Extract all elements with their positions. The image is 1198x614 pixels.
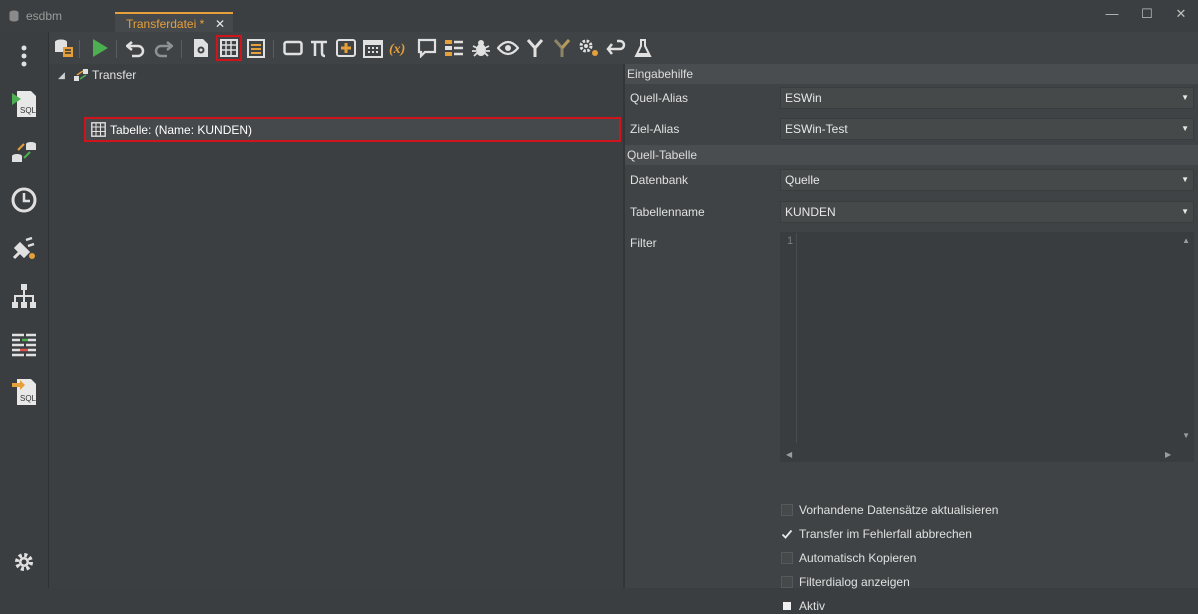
checkbox-label: Transfer im Fehlerfall abbrechen: [799, 527, 972, 541]
quell-alias-select[interactable]: ESWin ▼: [780, 87, 1194, 109]
ziel-alias-value: ESWin-Test: [785, 122, 848, 136]
minimize-button[interactable]: —: [1102, 6, 1122, 21]
maximize-button[interactable]: ☐: [1137, 6, 1157, 22]
compare-icon[interactable]: [8, 328, 40, 360]
chevron-down-icon: ▼: [1181, 207, 1189, 216]
quell-alias-label: Quell-Alias: [630, 91, 689, 105]
app-title: esdbm: [8, 9, 62, 23]
svg-text:SQL: SQL: [20, 106, 37, 115]
scroll-right-icon[interactable]: ▶: [1165, 450, 1171, 459]
tree-node-label: Tabelle: (Name: KUNDEN): [110, 122, 253, 137]
redo-icon[interactable]: [152, 37, 174, 59]
tree-node-transfer[interactable]: Transfer: [73, 68, 136, 82]
tab-label: Transferdatei *: [126, 17, 205, 31]
calendar-icon[interactable]: [362, 37, 384, 59]
checkbox-abbrechen[interactable]: [779, 526, 795, 542]
checkbox-aktualisieren[interactable]: [779, 502, 795, 518]
checkbox-label: Filterdialog anzeigen: [799, 575, 910, 589]
datenbank-select[interactable]: Quelle ▼: [780, 169, 1194, 191]
line-gutter: 1: [781, 233, 797, 443]
merge-icon[interactable]: [524, 37, 546, 59]
tab-close-icon[interactable]: ✕: [215, 17, 225, 31]
close-window-button[interactable]: ✕: [1171, 6, 1191, 22]
line-number: 1: [787, 235, 794, 247]
editor-panel: (x) ◢ Transfer Tabelle: (Name: KUNDEN) E…: [48, 32, 1198, 613]
sql-run-icon[interactable]: SQL: [8, 88, 40, 120]
toolbar: (x): [49, 32, 1198, 64]
variable-icon[interactable]: (x): [389, 37, 411, 59]
ziel-alias-select[interactable]: ESWin-Test ▼: [780, 118, 1194, 140]
chevron-down-icon: ▼: [1181, 175, 1189, 184]
rectangle-icon[interactable]: [282, 37, 304, 59]
partial-check-icon: [783, 602, 791, 610]
checkbox-label: Automatisch Kopieren: [799, 551, 917, 565]
more-menu-icon[interactable]: [8, 40, 40, 72]
database-list-icon[interactable]: [53, 37, 75, 59]
eye-icon[interactable]: [497, 37, 519, 59]
pi-icon[interactable]: [308, 37, 330, 59]
hierarchy-icon[interactable]: [8, 280, 40, 312]
gear-cluster-icon[interactable]: [578, 37, 600, 59]
filter-editor[interactable]: 1 ▲ ▼ ◀ ▶: [780, 232, 1194, 462]
scroll-down-icon[interactable]: ▼: [1182, 431, 1190, 440]
tree-node-tabelle[interactable]: Tabelle: (Name: KUNDEN): [84, 117, 621, 142]
table-icon[interactable]: [216, 35, 242, 61]
scroll-up-icon[interactable]: ▲: [1182, 236, 1190, 245]
list-settings-icon[interactable]: [443, 37, 465, 59]
svg-text:SQL: SQL: [20, 394, 37, 403]
section-quell-tabelle: Quell-Tabelle: [625, 145, 1198, 165]
database-icon: [9, 10, 19, 22]
sql-export-icon[interactable]: SQL: [8, 376, 40, 408]
tabellenname-value: KUNDEN: [785, 205, 836, 219]
svg-text:(x): (x): [389, 42, 405, 57]
scroll-left-icon[interactable]: ◀: [786, 450, 792, 459]
transfer-node-icon: [74, 69, 88, 81]
tree-node-label: Transfer: [92, 68, 137, 82]
title-bar: esdbm Transferdatei * ✕ — ☐ ✕: [0, 0, 1198, 33]
checkbox-label: Aktiv: [799, 599, 826, 613]
checkbox-kopieren[interactable]: [779, 550, 795, 566]
collapse-arrow-icon[interactable]: ◢: [58, 70, 65, 81]
checkbox-label: Vorhandene Datensätze aktualisieren: [799, 503, 999, 517]
flask-icon[interactable]: [632, 37, 654, 59]
section-eingabehilfe: Eingabehilfe: [625, 64, 1198, 84]
tab-transferdatei[interactable]: Transferdatei * ✕: [115, 12, 233, 33]
quell-alias-value: ESWin: [785, 91, 822, 105]
add-box-icon[interactable]: [335, 37, 357, 59]
ziel-alias-label: Ziel-Alias: [630, 122, 680, 136]
gear-icon[interactable]: [8, 546, 40, 578]
file-settings-icon[interactable]: [190, 37, 212, 59]
plugin-settings-icon[interactable]: [8, 232, 40, 264]
comment-icon[interactable]: [416, 37, 438, 59]
transfer-icon[interactable]: [8, 136, 40, 168]
activity-bar: SQL SQL: [0, 32, 48, 588]
filter-label: Filter: [630, 236, 657, 250]
chevron-down-icon: ▼: [1181, 93, 1189, 102]
datenbank-label: Datenbank: [630, 173, 689, 187]
history-icon[interactable]: [8, 184, 40, 216]
notes-icon[interactable]: [245, 37, 267, 59]
app-name: esdbm: [26, 9, 63, 23]
checkbox-aktiv[interactable]: [779, 598, 795, 614]
check-icon: [781, 529, 793, 539]
chevron-down-icon: ▼: [1181, 124, 1189, 133]
bug-icon[interactable]: [470, 37, 492, 59]
datenbank-value: Quelle: [785, 173, 820, 187]
tabellenname-label: Tabellenname: [630, 205, 705, 219]
return-icon[interactable]: [605, 37, 627, 59]
tabellenname-select[interactable]: KUNDEN ▼: [780, 201, 1194, 223]
branch-icon[interactable]: [551, 37, 573, 59]
undo-icon[interactable]: [125, 37, 147, 59]
tree-panel: ◢ Transfer Tabelle: (Name: KUNDEN): [49, 64, 623, 588]
properties-panel: Eingabehilfe Quell-Alias ESWin ▼ Ziel-Al…: [625, 64, 1198, 613]
run-icon[interactable]: [89, 37, 111, 59]
table-icon: [91, 122, 106, 137]
